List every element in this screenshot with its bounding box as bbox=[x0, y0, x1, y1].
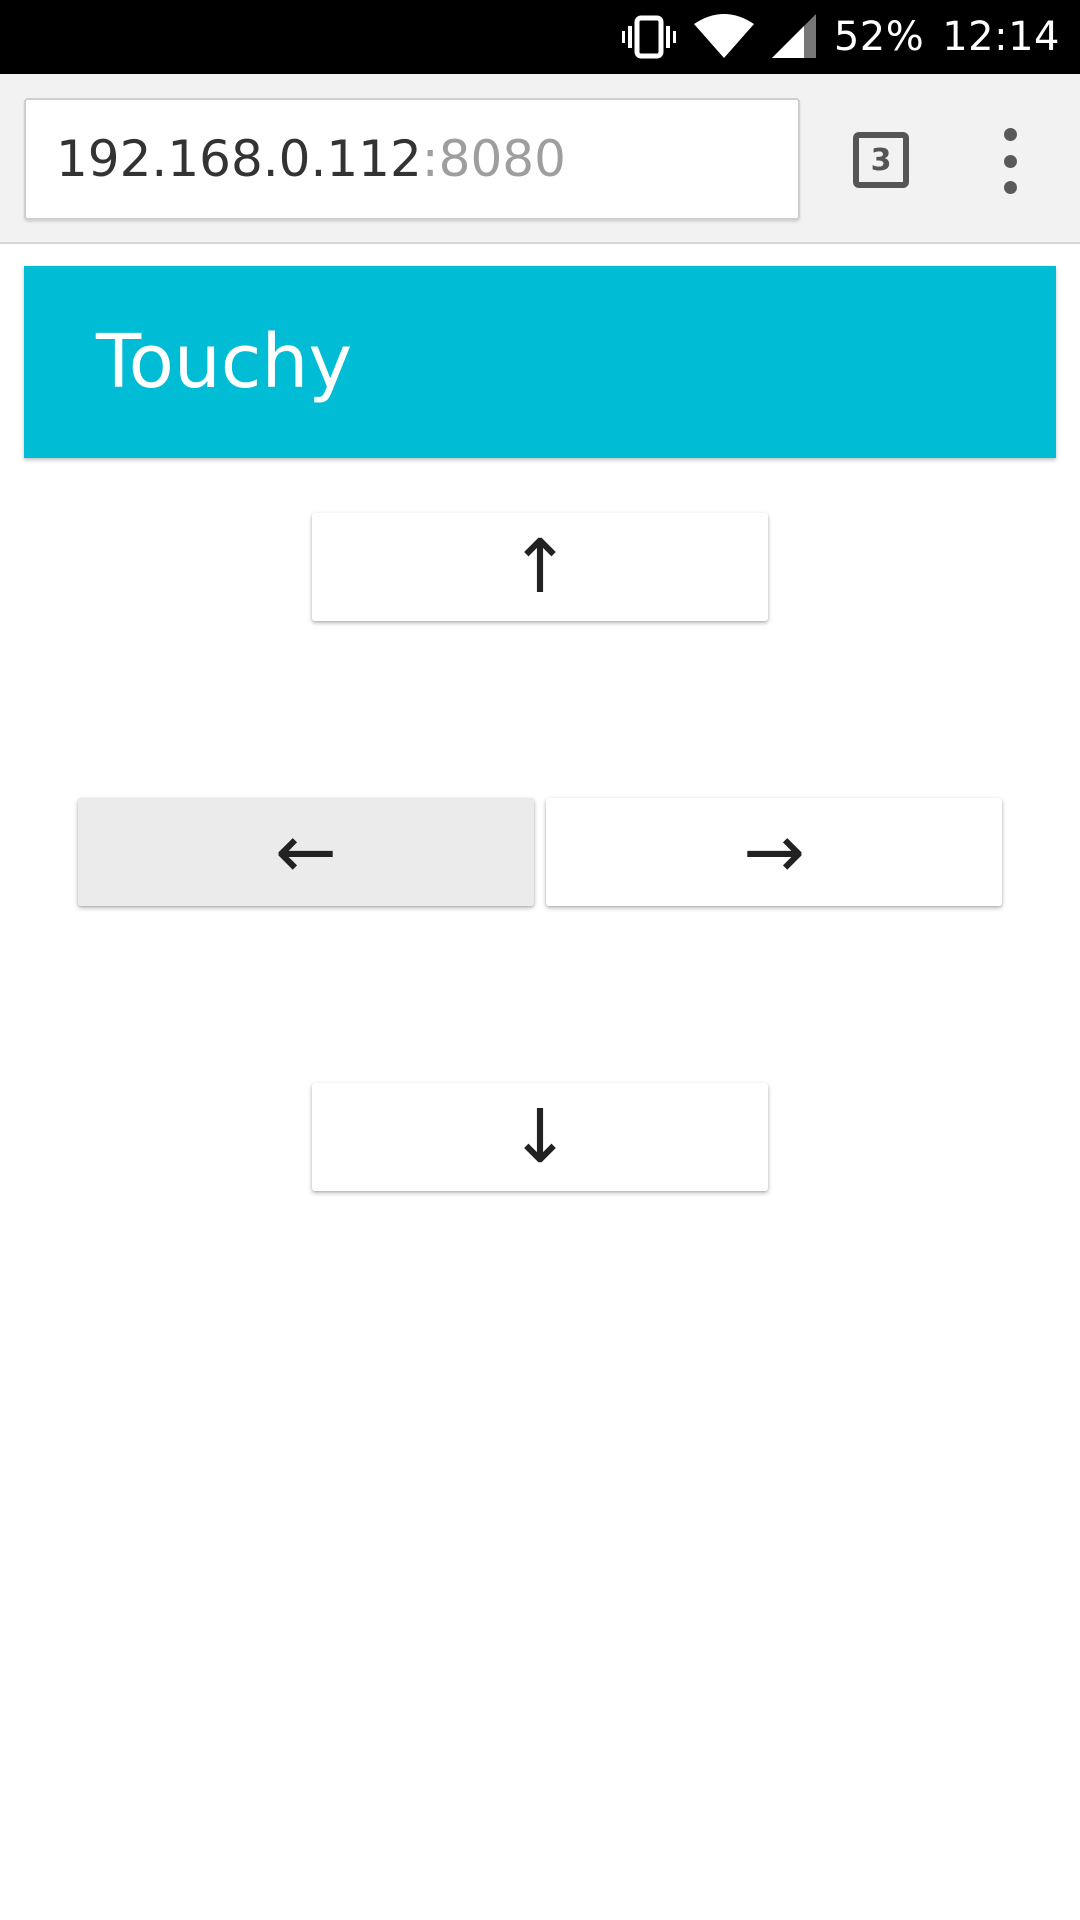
tab-switcher-button[interactable]: 3 bbox=[853, 132, 909, 188]
tab-count: 3 bbox=[870, 142, 892, 178]
status-icons: 52% 12:14 bbox=[621, 0, 1060, 74]
overflow-menu-icon[interactable] bbox=[990, 128, 1030, 194]
app-title: Touchy bbox=[96, 319, 353, 405]
wifi-icon bbox=[693, 14, 754, 60]
menu-dot bbox=[1003, 154, 1017, 168]
right-button[interactable]: → bbox=[546, 798, 1002, 906]
status-bar: 52% 12:14 bbox=[0, 0, 1080, 74]
menu-dot bbox=[1003, 181, 1017, 194]
clock: 12:14 bbox=[942, 14, 1060, 60]
vibrate-icon bbox=[621, 14, 676, 60]
menu-dot bbox=[1003, 128, 1017, 141]
url-bar[interactable]: 192.168.0.112:8080 bbox=[24, 98, 800, 220]
signal-icon bbox=[771, 14, 816, 60]
down-button[interactable]: ↓ bbox=[312, 1083, 768, 1191]
up-button[interactable]: ↑ bbox=[312, 513, 768, 621]
url-host: 192.168.0.112 bbox=[56, 130, 422, 188]
battery-percent: 52% bbox=[833, 14, 925, 60]
browser-toolbar: 192.168.0.112:8080 3 bbox=[0, 74, 1080, 244]
url-port: :8080 bbox=[421, 130, 566, 188]
app-header: Touchy bbox=[24, 266, 1056, 458]
left-button[interactable]: ← bbox=[78, 798, 534, 906]
